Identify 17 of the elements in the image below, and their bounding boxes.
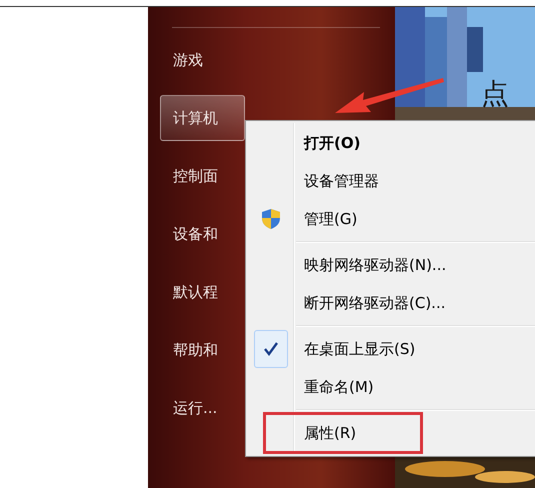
shield-icon — [261, 208, 281, 230]
start-menu-item[interactable]: 游戏 — [160, 37, 245, 83]
checkmark-icon — [263, 341, 279, 357]
menu-item[interactable]: 打开(O) — [246, 124, 535, 162]
menu-item[interactable]: 在桌面上显示(S) — [246, 330, 535, 368]
start-menu-item[interactable]: 设备和 — [160, 211, 245, 257]
menu-item[interactable]: 映射网络驱动器(N)... — [246, 246, 535, 284]
start-menu-item[interactable]: 控制面 — [160, 153, 245, 199]
menu-item[interactable]: 管理(G) — [246, 200, 535, 238]
menu-item[interactable]: 设备管理器 — [246, 162, 535, 200]
start-menu-item[interactable]: 默认程 — [160, 269, 245, 315]
annotation-text: 点 — [481, 79, 509, 110]
menu-item[interactable]: 重命名(M) — [246, 368, 535, 406]
start-menu-item[interactable]: 计算机 — [160, 95, 245, 141]
menu-item[interactable]: 断开网络驱动器(C)... — [246, 284, 535, 322]
start-menu-item[interactable]: 运行... — [160, 385, 245, 431]
start-menu-item[interactable]: 帮助和 — [160, 327, 245, 373]
